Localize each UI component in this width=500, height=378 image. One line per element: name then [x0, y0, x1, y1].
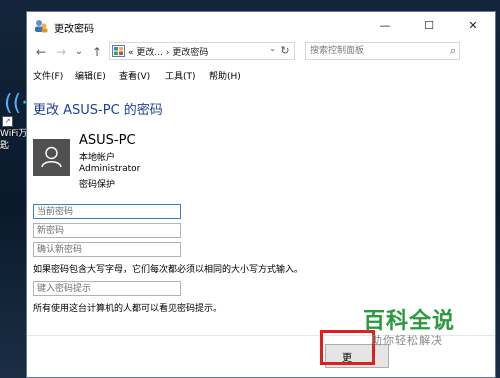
- forward-arrow-icon[interactable]: →: [53, 44, 69, 60]
- account-type: 本地帐户: [79, 153, 116, 163]
- navigation-bar: ← → ⌄ ↑ « 更改... › 更改密码 ⌄ ↻ ⌕: [27, 40, 495, 64]
- window-title: 更改密码: [54, 24, 94, 35]
- breadcrumb-item-change-password[interactable]: 更改密码: [172, 48, 208, 58]
- refresh-icon[interactable]: ↻: [278, 44, 292, 57]
- wifi-icon: ((·: [4, 91, 29, 116]
- search-input[interactable]: [310, 44, 438, 58]
- search-icon[interactable]: ⌕: [450, 44, 456, 58]
- up-arrow-icon[interactable]: ↑: [89, 44, 105, 60]
- user-avatar-icon: [33, 139, 70, 176]
- watermark-title: 百科全说: [363, 309, 456, 334]
- confirm-password-field[interactable]: [33, 242, 181, 257]
- title-bar: 更改密码 — ☐ ✕: [27, 12, 495, 40]
- maximize-button[interactable]: ☐: [407, 12, 451, 40]
- page-title: 更改 ASUS-PC 的密码: [33, 103, 163, 118]
- menu-bar: 文件(F) 编辑(E) 查看(V) 工具(T) 帮助(H): [27, 65, 495, 85]
- menu-file[interactable]: 文件(F): [33, 69, 63, 82]
- breadcrumb-separator[interactable]: ›: [166, 48, 170, 58]
- minimize-button[interactable]: —: [363, 12, 407, 40]
- breadcrumb-overflow[interactable]: «: [128, 48, 134, 58]
- desktop-shortcut-label: WiFi万 匙: [0, 129, 28, 151]
- close-button[interactable]: ✕: [451, 12, 495, 40]
- menu-tools[interactable]: 工具(T): [165, 69, 196, 82]
- control-panel-icon: [112, 45, 125, 57]
- shortcut-arrow-icon: ↗: [2, 116, 13, 127]
- account-name: ASUS-PC: [79, 133, 136, 148]
- desktop-shortcut-wifi[interactable]: ((· ↗ WiFi万 匙: [0, 88, 29, 158]
- menu-help[interactable]: 帮助(H): [209, 69, 241, 82]
- current-password-field[interactable]: [33, 204, 181, 219]
- new-password-field[interactable]: [33, 223, 181, 238]
- case-sensitivity-note: 如果密码包含大写字母，它们每次都必须以相同的大小写方式输入。: [33, 265, 304, 275]
- search-box[interactable]: ⌕: [305, 42, 460, 60]
- back-arrow-icon[interactable]: ←: [33, 44, 49, 60]
- password-hint-note: 所有使用这台计算机的人都可以看见密码提示。: [33, 304, 223, 314]
- recent-locations-dropdown[interactable]: ⌄: [71, 44, 87, 60]
- address-bar[interactable]: « 更改... › 更改密码 ⌄ ↻: [109, 42, 295, 60]
- account-protection: 密码保护: [79, 180, 116, 190]
- menu-view[interactable]: 查看(V): [119, 69, 150, 82]
- address-dropdown-icon[interactable]: ⌄: [269, 44, 276, 53]
- password-hint-field[interactable]: [33, 281, 181, 296]
- account-role: Administrator: [79, 164, 141, 174]
- menu-edit[interactable]: 编辑(E): [75, 69, 106, 82]
- watermark: 百科全说 助你轻松解决: [359, 301, 469, 356]
- breadcrumb: « 更改... › 更改密码: [128, 45, 208, 58]
- breadcrumb-item-change[interactable]: 更改...: [136, 48, 163, 58]
- watermark-subtitle: 助你轻松解决: [371, 334, 443, 347]
- control-panel-users-icon: [35, 20, 48, 33]
